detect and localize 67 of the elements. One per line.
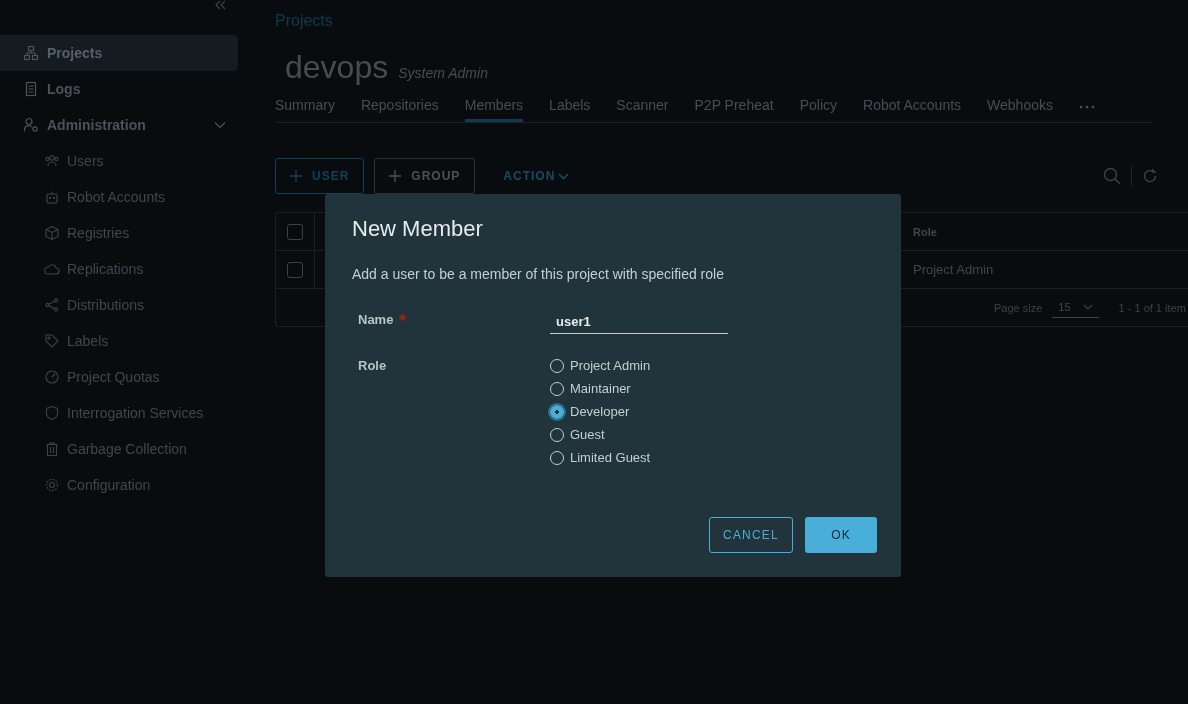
hierarchy-icon (23, 45, 39, 61)
sidebar-subitem[interactable]: Project Quotas (0, 359, 238, 395)
tab[interactable]: Repositories (360, 91, 439, 122)
search-icon[interactable] (1103, 167, 1121, 185)
dialog-title: New Member (352, 216, 484, 242)
tab[interactable]: Summary (275, 91, 335, 122)
project-title: devops (285, 49, 389, 85)
box-icon (44, 225, 60, 241)
trash-icon (44, 441, 60, 457)
add-button[interactable]: USER (275, 158, 365, 194)
action-dropdown[interactable]: ACTION (497, 168, 576, 184)
gear-icon (44, 477, 60, 493)
table-cell: Project Admin (913, 262, 994, 277)
sidebar-subitem[interactable]: Garbage Collection (0, 431, 238, 467)
refresh-icon[interactable] (1142, 168, 1158, 184)
robot-icon (44, 189, 60, 205)
breadcrumb-link[interactable]: Projects (275, 12, 333, 32)
plus-icon (389, 170, 402, 182)
sidebar-subitem[interactable]: Labels (0, 323, 238, 359)
share-icon (44, 297, 60, 313)
radio-label[interactable]: Maintainer (570, 381, 631, 396)
sidebar-subitem[interactable]: Registries (0, 215, 238, 251)
page-size-select[interactable]: 15 (1052, 297, 1099, 318)
tab[interactable]: Scanner (616, 91, 669, 122)
document-icon (23, 81, 39, 97)
row-checkbox[interactable] (287, 261, 303, 278)
sidebar-subitem[interactable]: Distributions (0, 287, 238, 323)
radio-label[interactable]: Guest (570, 427, 605, 442)
gauge-icon (44, 369, 60, 385)
sidebar-item[interactable]: Administration (0, 107, 238, 143)
user-gear-icon (23, 117, 39, 133)
ok-button[interactable]: OK (805, 517, 877, 553)
radio-button[interactable] (550, 404, 564, 419)
radio-label[interactable]: Limited Guest (570, 450, 651, 465)
cloud-icon (44, 261, 60, 277)
sidebar-item[interactable]: Projects (0, 35, 238, 71)
chevron-icon[interactable] (214, 121, 226, 129)
collapse-icon[interactable] (214, 0, 226, 10)
shield-icon (44, 405, 60, 421)
tab[interactable]: Members (464, 91, 524, 122)
name-label: Name (358, 312, 394, 329)
project-role: System Admin (398, 65, 488, 81)
tab[interactable]: Policy (799, 91, 837, 122)
sidebar-subitem[interactable]: Users (0, 143, 238, 179)
column-header[interactable]: Role (913, 225, 937, 238)
tab[interactable]: Webhooks (987, 91, 1053, 122)
tab[interactable]: P2P Preheat (694, 91, 774, 122)
users-icon (44, 153, 60, 169)
dialog-description: Add a user to be a member of this project with specified role (352, 266, 725, 282)
cancel-button[interactable]: CANCEL (709, 517, 793, 553)
tab[interactable]: Robot Accounts (863, 91, 962, 122)
sidebar-subitem[interactable]: Robot Accounts (0, 179, 238, 215)
tab[interactable]: Labels (549, 91, 591, 122)
select-all-checkbox[interactable] (287, 223, 303, 240)
sidebar-subitem[interactable]: Configuration (0, 467, 238, 503)
plus-icon (290, 170, 302, 182)
caret-icon (1082, 304, 1093, 310)
sidebar-subitem[interactable]: Interrogation Services (0, 395, 238, 431)
more-icon[interactable] (1079, 104, 1095, 109)
name-input[interactable]: user1 (550, 312, 728, 334)
sidebar-subitem[interactable]: Replications (0, 251, 238, 287)
tag-icon (44, 333, 60, 349)
caret-icon (558, 172, 570, 180)
radio-label[interactable]: Project Admin (570, 358, 651, 373)
sidebar-item[interactable]: Logs (0, 71, 238, 107)
role-label: Role (358, 358, 387, 375)
radio-label[interactable]: Developer (570, 404, 630, 419)
